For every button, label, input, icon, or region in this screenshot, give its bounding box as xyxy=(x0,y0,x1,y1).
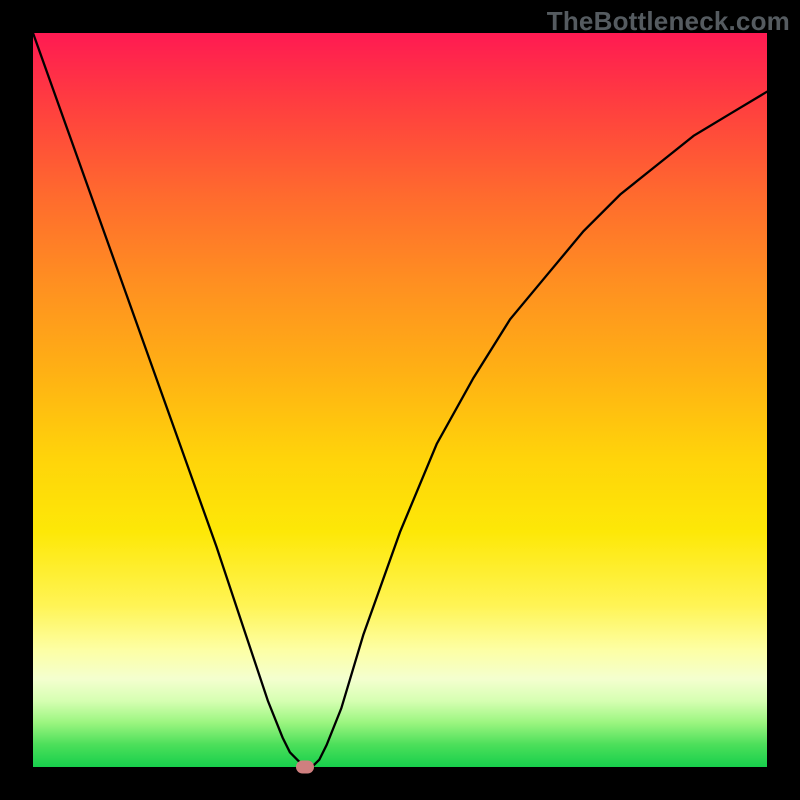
plot-area xyxy=(33,33,767,767)
bottleneck-curve xyxy=(33,33,767,767)
chart-frame: TheBottleneck.com xyxy=(0,0,800,800)
minimum-marker xyxy=(296,761,314,774)
watermark-text: TheBottleneck.com xyxy=(547,6,790,37)
chart-curve-svg xyxy=(33,33,767,767)
